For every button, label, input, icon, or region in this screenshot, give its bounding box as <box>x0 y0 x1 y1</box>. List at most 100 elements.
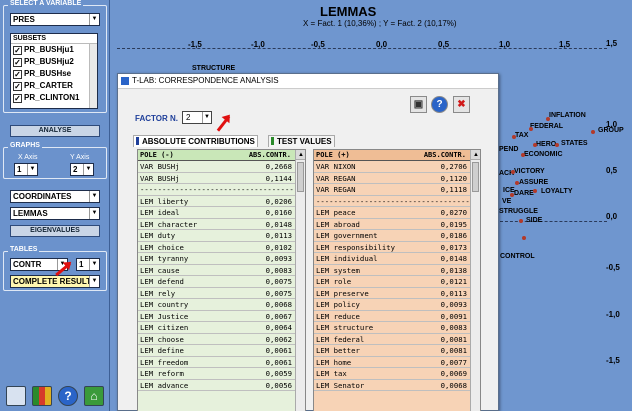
table-row[interactable]: LEM reform 0,0059 <box>138 368 295 380</box>
y-axis-select[interactable]: 2 ▼ <box>70 163 94 176</box>
x-axis-label: X Axis <box>18 154 38 161</box>
table-row[interactable]: LEM choice 0,0102 <box>138 242 295 253</box>
subset-item[interactable]: ✓ PR_CARTER <box>11 80 97 92</box>
variable-select[interactable]: PRES ▼ <box>10 13 100 26</box>
table-row[interactable]: LEM liberty 0,0206 <box>138 196 295 207</box>
subsets-scrollbar[interactable] <box>89 44 97 108</box>
negative-pole-table[interactable]: POLE (-) ABS.CONTR. VAR BUSHj 0,2668 VAR B… <box>137 149 306 411</box>
table-row[interactable]: LEM government 0,0186 <box>314 230 470 242</box>
table-num-select[interactable]: 1 ▼ <box>76 258 100 271</box>
save-icon[interactable]: ▣ <box>410 96 427 113</box>
table-row[interactable]: VAR BUSHj 0,1144 <box>138 173 295 184</box>
complete-result-select[interactable]: COMPLETE RESULT ▼ <box>10 275 100 288</box>
scroll-thumb[interactable] <box>472 162 479 192</box>
table-row[interactable]: LEM country 0,0068 <box>138 299 295 311</box>
eigenvalues-button[interactable]: EIGENVALUES <box>10 225 100 237</box>
table-row[interactable]: LEM federal 0,0081 <box>314 334 470 345</box>
table-row[interactable]: LEM advance 0,0056 <box>138 380 295 391</box>
subset-item[interactable]: ✓ PR_CLINTON1 <box>11 92 97 104</box>
point-marker <box>555 143 559 147</box>
table-row[interactable]: LEM individual 0,0148 <box>314 253 470 265</box>
pole-cell: VAR BUSHj <box>140 173 180 183</box>
analyse-button[interactable]: ANALYSE <box>10 125 100 137</box>
checkbox-icon[interactable]: ✓ <box>13 70 22 79</box>
table-row[interactable]: LEM abroad 0,0195 <box>314 219 470 230</box>
close-icon[interactable]: ✖ <box>453 96 470 113</box>
pole-cell: LEM duty <box>140 231 176 240</box>
table-row[interactable]: LEM structure 0,0083 <box>314 322 470 334</box>
checkbox-icon[interactable]: ✓ <box>13 46 22 55</box>
table-row[interactable]: ----------------------------------- <box>138 184 295 196</box>
table-row[interactable]: LEM role 0,0121 <box>314 276 470 288</box>
table-row[interactable]: ----------------------------------- <box>314 196 470 207</box>
y-tick-label: 1,5 <box>606 39 618 48</box>
table-row[interactable]: LEM Senator 0,0068 <box>314 380 470 391</box>
subset-item[interactable]: ✓ PR_BUSHju2 <box>11 56 97 68</box>
table-row[interactable]: LEM preserve 0,0113 <box>314 288 470 299</box>
table-row[interactable]: LEM rely 0,0075 <box>138 288 295 299</box>
table-row[interactable]: LEM cause 0,0083 <box>138 265 295 276</box>
table-row[interactable]: LEM peace 0,0270 <box>314 207 470 219</box>
table-row[interactable]: LEM defend 0,0075 <box>138 276 295 288</box>
table-row[interactable]: LEM home 0,0077 <box>314 357 470 368</box>
table-row[interactable]: LEM duty 0,0113 <box>138 230 295 242</box>
table-row[interactable]: LEM tax 0,0069 <box>314 368 470 380</box>
scroll-up-icon[interactable]: ▲ <box>296 150 305 160</box>
help-icon[interactable]: ? <box>431 96 448 113</box>
factor-select[interactable]: 2 ▼ <box>182 111 212 124</box>
help-icon[interactable]: ? <box>58 386 78 406</box>
table-row[interactable]: LEM character 0,0148 <box>138 219 295 230</box>
tab-absolute-contributions[interactable]: ABSOLUTE CONTRIBUTIONS <box>133 135 258 147</box>
x-axis-select[interactable]: 1 ▼ <box>14 163 38 176</box>
subset-item[interactable]: ✓ PR_BUSHju1 <box>11 44 97 56</box>
pos-table-scrollbar[interactable]: ▲ <box>470 150 480 411</box>
positive-pole-table[interactable]: POLE (+) ABS.CONTR. VAR NIXON 0,2706 VAR R… <box>313 149 481 411</box>
pole-cell: LEM better <box>316 346 360 355</box>
table-row[interactable]: VAR BUSHj 0,2668 <box>138 161 295 173</box>
lemmas-select[interactable]: LEMMAS ▼ <box>10 207 100 220</box>
table-row[interactable]: LEM system 0,0138 <box>314 265 470 276</box>
point-marker <box>511 170 515 174</box>
table-row[interactable]: VAR NIXON 0,2706 <box>314 161 470 173</box>
abs-contr-cell: 0,0064 <box>265 323 292 332</box>
table-row[interactable]: LEM reduce 0,0091 <box>314 311 470 322</box>
x-axis-value: 1 <box>17 165 22 174</box>
subset-item[interactable]: ✓ PR_BUSHse <box>11 68 97 80</box>
save-icon[interactable] <box>6 386 26 406</box>
table-row[interactable]: LEM Justice 0,0067 <box>138 311 295 322</box>
table-row[interactable]: LEM ideal 0,0160 <box>138 207 295 219</box>
scroll-up-icon[interactable]: ▲ <box>471 150 480 160</box>
table-row[interactable]: VAR REGAN 0,1120 <box>314 173 470 184</box>
pole-cell: LEM cause <box>140 265 180 275</box>
y-axis-value: 2 <box>73 165 78 174</box>
pole-cell: LEM policy <box>316 300 360 309</box>
table-row[interactable]: LEM freedom 0,0061 <box>138 357 295 368</box>
point-label: DARE <box>514 190 534 197</box>
subsets-list[interactable]: SUBSETS ✓ PR_BUSHju1 ✓ PR_BUSHju2 ✓ PR_BUSHse… <box>10 33 98 109</box>
chart-icon[interactable] <box>32 386 52 406</box>
abs-contr-cell: 0,0081 <box>440 346 467 355</box>
table-row[interactable]: LEM choose 0,0062 <box>138 334 295 345</box>
subset-label: PR_BUSHju2 <box>24 57 74 66</box>
pole-cell: LEM home <box>316 357 352 367</box>
table-row[interactable]: LEM citizen 0,0064 <box>138 322 295 334</box>
complete-result-value: COMPLETE RESULT <box>13 277 92 286</box>
scroll-thumb[interactable] <box>297 162 304 192</box>
table-row[interactable]: LEM responsibility 0,0173 <box>314 242 470 253</box>
table-row[interactable]: LEM better 0,0081 <box>314 345 470 357</box>
table-row[interactable]: LEM define 0,0061 <box>138 345 295 357</box>
checkbox-icon[interactable]: ✓ <box>13 94 22 103</box>
pole-cell: LEM advance <box>140 380 189 390</box>
abs-contr-cell: 0,0061 <box>265 357 292 367</box>
checkbox-icon[interactable]: ✓ <box>13 82 22 91</box>
table-row[interactable]: LEM tyranny 0,0093 <box>138 253 295 265</box>
table-row[interactable]: LEM policy 0,0093 <box>314 299 470 311</box>
tab-test-values[interactable]: TEST VALUES <box>268 135 335 147</box>
coordinates-select[interactable]: COORDINATES ▼ <box>10 190 100 203</box>
pole-cell: LEM preserve <box>316 288 369 298</box>
neg-table-scrollbar[interactable]: ▲ <box>295 150 305 411</box>
home-icon[interactable]: ⌂ <box>84 386 104 406</box>
checkbox-icon[interactable]: ✓ <box>13 58 22 67</box>
table-row[interactable]: VAR REGAN 0,1118 <box>314 184 470 196</box>
chevron-down-icon: ▼ <box>89 276 99 287</box>
